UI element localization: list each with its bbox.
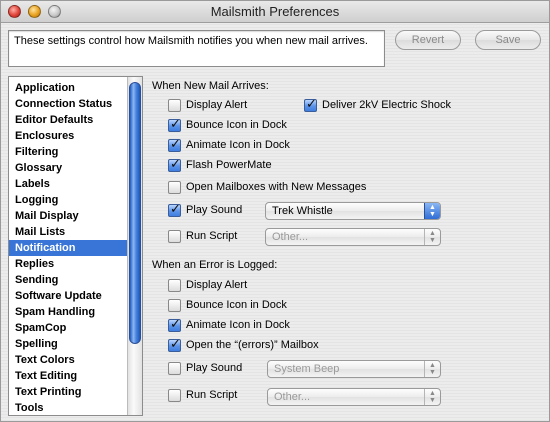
checkbox[interactable] bbox=[168, 278, 181, 292]
checkbox[interactable] bbox=[168, 361, 181, 375]
checkbox-label: Flash PowerMate bbox=[186, 159, 272, 171]
category-item-editor-defaults[interactable]: Editor Defaults bbox=[9, 112, 127, 128]
error-open-errors-mailbox[interactable]: Open the “(errors)” Mailbox bbox=[168, 337, 319, 353]
new-mail-run-script[interactable]: Run Script bbox=[168, 228, 237, 244]
scrollbar-thumb[interactable] bbox=[129, 82, 141, 344]
checkbox[interactable] bbox=[168, 137, 181, 152]
save-button[interactable]: Save bbox=[475, 30, 541, 50]
new-mail-electric-shock[interactable]: Deliver 2kV Electric Shock bbox=[304, 97, 451, 113]
category-item-sending[interactable]: Sending bbox=[9, 272, 127, 288]
error-logged-heading: When an Error is Logged: bbox=[152, 259, 278, 271]
title-bar[interactable]: Mailsmith Preferences bbox=[1, 1, 549, 23]
error-run-script[interactable]: Run Script bbox=[168, 387, 237, 403]
new-mail-flash-powermate[interactable]: Flash PowerMate bbox=[168, 157, 272, 173]
popup-value: Other... bbox=[274, 391, 311, 403]
checkbox-label: Run Script bbox=[186, 389, 238, 401]
error-animate-icon[interactable]: Animate Icon in Dock bbox=[168, 317, 290, 333]
checkbox[interactable] bbox=[168, 337, 181, 352]
checkbox[interactable] bbox=[168, 388, 181, 402]
new-mail-open-mailboxes[interactable]: Open Mailboxes with New Messages bbox=[168, 179, 366, 195]
category-item-spamcop[interactable]: SpamCop bbox=[9, 320, 127, 336]
checkbox-label: Bounce Icon in Dock bbox=[186, 299, 287, 311]
category-item-filtering[interactable]: Filtering bbox=[9, 144, 127, 160]
category-item-tools[interactable]: Tools bbox=[9, 400, 127, 415]
chevron-up-down-icon: ▲ ▼ bbox=[424, 203, 440, 219]
category-item-text-printing[interactable]: Text Printing bbox=[9, 384, 127, 400]
revert-button[interactable]: Revert bbox=[395, 30, 461, 50]
category-item-replies[interactable]: Replies bbox=[9, 256, 127, 272]
checkbox-label: Play Sound bbox=[186, 204, 243, 216]
chevron-up-down-icon: ▲ ▼ bbox=[424, 229, 440, 245]
category-item-mail-lists[interactable]: Mail Lists bbox=[9, 224, 127, 240]
category-item-application[interactable]: Application bbox=[9, 80, 127, 96]
description-box: These settings control how Mailsmith not… bbox=[8, 30, 385, 67]
checkbox-label: Deliver 2kV Electric Shock bbox=[322, 99, 451, 111]
new-mail-sound-popup[interactable]: Trek Whistle ▲ ▼ bbox=[265, 202, 441, 220]
checkbox-label: Play Sound bbox=[186, 362, 243, 374]
category-items: Application Connection Status Editor Defau… bbox=[9, 80, 127, 415]
new-mail-display-alert[interactable]: Display Alert bbox=[168, 97, 247, 113]
popup-value: Other... bbox=[272, 231, 309, 243]
checkbox-label: Open Mailboxes with New Messages bbox=[186, 181, 367, 193]
new-mail-play-sound[interactable]: Play Sound bbox=[168, 202, 242, 218]
category-item-spam-handling[interactable]: Spam Handling bbox=[9, 304, 127, 320]
checkbox[interactable] bbox=[168, 317, 181, 332]
checkbox[interactable] bbox=[168, 229, 181, 243]
new-mail-animate-icon[interactable]: Animate Icon in Dock bbox=[168, 137, 290, 153]
checkbox-label: Display Alert bbox=[186, 279, 248, 291]
checkbox-label: Open the “(errors)” Mailbox bbox=[186, 339, 319, 351]
error-script-popup[interactable]: Other... ▲ ▼ bbox=[267, 388, 441, 406]
new-mail-heading: When New Mail Arrives: bbox=[152, 80, 269, 92]
checkbox-label: Run Script bbox=[186, 230, 238, 242]
checkbox-label: Animate Icon in Dock bbox=[186, 319, 290, 331]
new-mail-bounce-icon[interactable]: Bounce Icon in Dock bbox=[168, 117, 287, 133]
new-mail-script-popup[interactable]: Other... ▲ ▼ bbox=[265, 228, 441, 246]
error-play-sound[interactable]: Play Sound bbox=[168, 360, 242, 376]
checkbox[interactable] bbox=[168, 202, 181, 217]
category-item-mail-display[interactable]: Mail Display bbox=[9, 208, 127, 224]
category-list[interactable]: Application Connection Status Editor Defau… bbox=[8, 76, 143, 416]
checkbox[interactable] bbox=[168, 180, 181, 194]
category-item-text-colors[interactable]: Text Colors bbox=[9, 352, 127, 368]
checkbox[interactable] bbox=[304, 97, 317, 112]
checkbox-label: Bounce Icon in Dock bbox=[186, 119, 287, 131]
error-bounce-icon[interactable]: Bounce Icon in Dock bbox=[168, 297, 287, 313]
category-item-connection-status[interactable]: Connection Status bbox=[9, 96, 127, 112]
category-item-labels[interactable]: Labels bbox=[9, 176, 127, 192]
category-item-glossary[interactable]: Glossary bbox=[9, 160, 127, 176]
checkbox[interactable] bbox=[168, 117, 181, 132]
preferences-window: Mailsmith Preferences These settings con… bbox=[0, 0, 550, 422]
chevron-up-down-icon: ▲ ▼ bbox=[424, 361, 440, 377]
window-title: Mailsmith Preferences bbox=[210, 4, 340, 19]
checkbox-label: Display Alert bbox=[186, 99, 248, 111]
category-item-software-update[interactable]: Software Update bbox=[9, 288, 127, 304]
category-item-logging[interactable]: Logging bbox=[9, 192, 127, 208]
error-display-alert[interactable]: Display Alert bbox=[168, 277, 247, 293]
category-item-enclosures[interactable]: Enclosures bbox=[9, 128, 127, 144]
popup-value: Trek Whistle bbox=[272, 205, 333, 217]
checkbox[interactable] bbox=[168, 157, 181, 172]
chevron-up-down-icon: ▲ ▼ bbox=[424, 389, 440, 405]
category-item-spelling[interactable]: Spelling bbox=[9, 336, 127, 352]
popup-value: System Beep bbox=[274, 363, 340, 375]
checkbox[interactable] bbox=[168, 98, 181, 112]
checkbox[interactable] bbox=[168, 298, 181, 312]
category-item-text-editing[interactable]: Text Editing bbox=[9, 368, 127, 384]
checkbox-label: Animate Icon in Dock bbox=[186, 139, 290, 151]
category-scrollbar[interactable] bbox=[127, 77, 142, 415]
error-sound-popup[interactable]: System Beep ▲ ▼ bbox=[267, 360, 441, 378]
category-item-notification[interactable]: Notification bbox=[9, 240, 127, 256]
